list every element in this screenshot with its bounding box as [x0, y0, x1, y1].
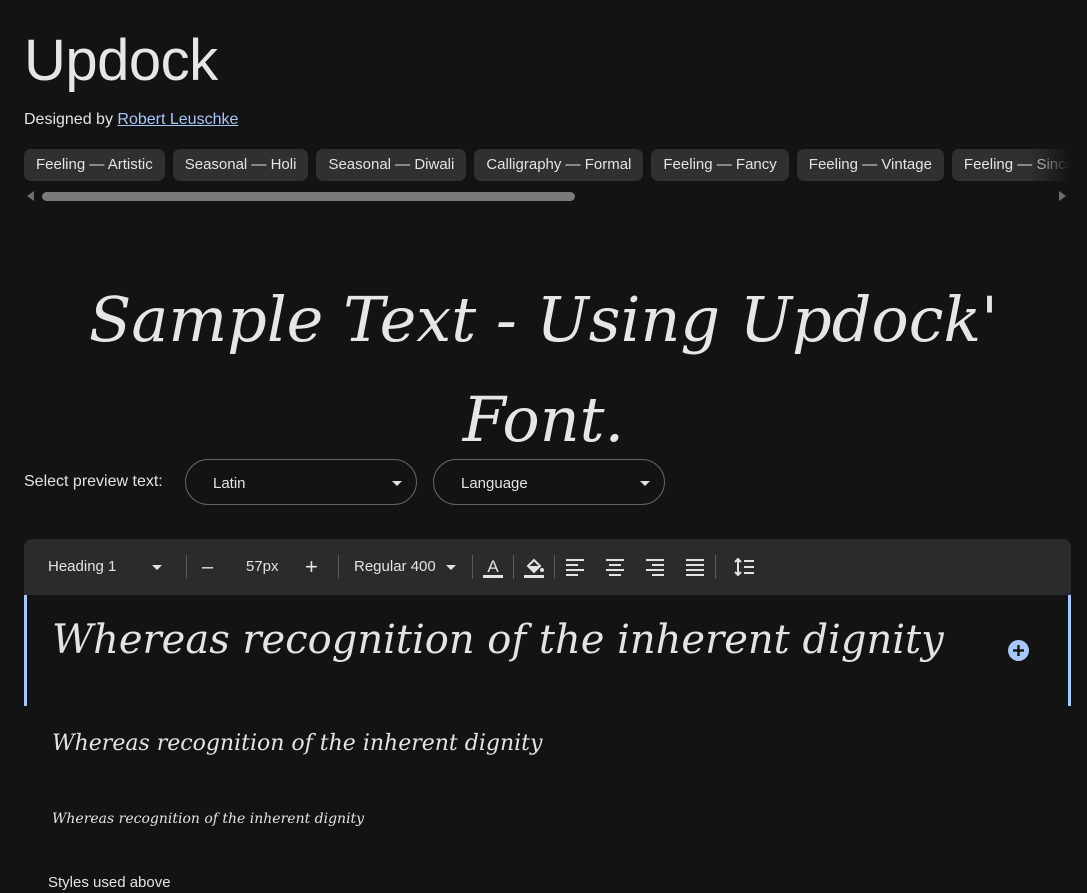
scroll-right-arrow-icon[interactable] [1059, 191, 1066, 201]
scroll-left-arrow-icon[interactable] [27, 191, 34, 201]
toolbar-divider [513, 555, 514, 579]
chevron-down-icon [446, 565, 456, 570]
plus-icon [1013, 645, 1024, 656]
text-color-icon[interactable]: A [479, 553, 507, 581]
tags-fade-overlay [1030, 149, 1070, 181]
tag-chip[interactable]: Feeling — Artistic [24, 149, 165, 181]
align-right-icon[interactable] [641, 553, 669, 581]
language-select-value: Language [461, 475, 528, 492]
preview-line-small[interactable]: Whereas recognition of the inherent dign… [52, 811, 364, 827]
add-style-button[interactable] [1008, 640, 1029, 661]
tag-chip[interactable]: Feeling — Fancy [651, 149, 789, 181]
active-preview-panel[interactable]: Whereas recognition of the inherent dign… [24, 595, 1071, 706]
toolbar-divider [554, 555, 555, 579]
toolbar-divider [472, 555, 473, 579]
tag-chip[interactable]: Seasonal — Diwali [316, 149, 467, 181]
line-height-icon[interactable] [730, 553, 758, 581]
chevron-down-icon [640, 481, 650, 486]
toolbar-divider [338, 555, 339, 579]
tag-chip[interactable]: Feeling — Vintage [796, 149, 944, 181]
chevron-down-icon [392, 481, 402, 486]
chevron-down-icon [152, 565, 162, 570]
tag-list: Feeling — Artistic Seasonal — Holi Seasona… [24, 149, 1070, 181]
align-left-icon[interactable] [561, 553, 589, 581]
decrease-size-button[interactable]: – [202, 539, 213, 595]
preview-line-large[interactable]: Whereas recognition of the inherent dign… [52, 617, 944, 663]
style-select-value: Heading 1 [48, 558, 117, 575]
preview-text-label: Select preview text: [24, 473, 163, 490]
style-select[interactable]: Heading 1 [48, 539, 178, 595]
language-select[interactable]: Language [433, 459, 665, 505]
designer-prefix: Designed by [24, 111, 113, 128]
type-tester-toolbar: Heading 1 – 57px + Regular 400 A [24, 539, 1071, 595]
preview-line-medium[interactable]: Whereas recognition of the inherent dign… [52, 731, 542, 756]
styles-used-heading: Styles used above [48, 874, 171, 891]
font-size-value[interactable]: 57px [246, 539, 279, 595]
align-justify-icon[interactable] [681, 553, 709, 581]
align-center-icon[interactable] [601, 553, 629, 581]
toolbar-divider [186, 555, 187, 579]
horizontal-scrollbar-thumb[interactable] [42, 192, 575, 201]
script-select-value: Latin [213, 475, 246, 492]
script-select[interactable]: Latin [185, 459, 417, 505]
tag-chip[interactable]: Seasonal — Holi [172, 149, 309, 181]
increase-size-button[interactable]: + [305, 539, 318, 595]
weight-select[interactable]: Regular 400 [354, 539, 464, 595]
designer-link[interactable]: Robert Leuschke [117, 111, 238, 128]
toolbar-divider [715, 555, 716, 579]
sample-text-banner: Sample Text - Using Updock' Font. [88, 283, 999, 456]
font-title: Updock [24, 28, 218, 93]
tag-chip[interactable]: Calligraphy — Formal [474, 149, 644, 181]
weight-select-value: Regular 400 [354, 558, 436, 575]
svg-text:A: A [487, 557, 499, 576]
designer-line: Designed by Robert Leuschke [24, 111, 238, 129]
highlight-color-icon[interactable] [520, 553, 548, 581]
